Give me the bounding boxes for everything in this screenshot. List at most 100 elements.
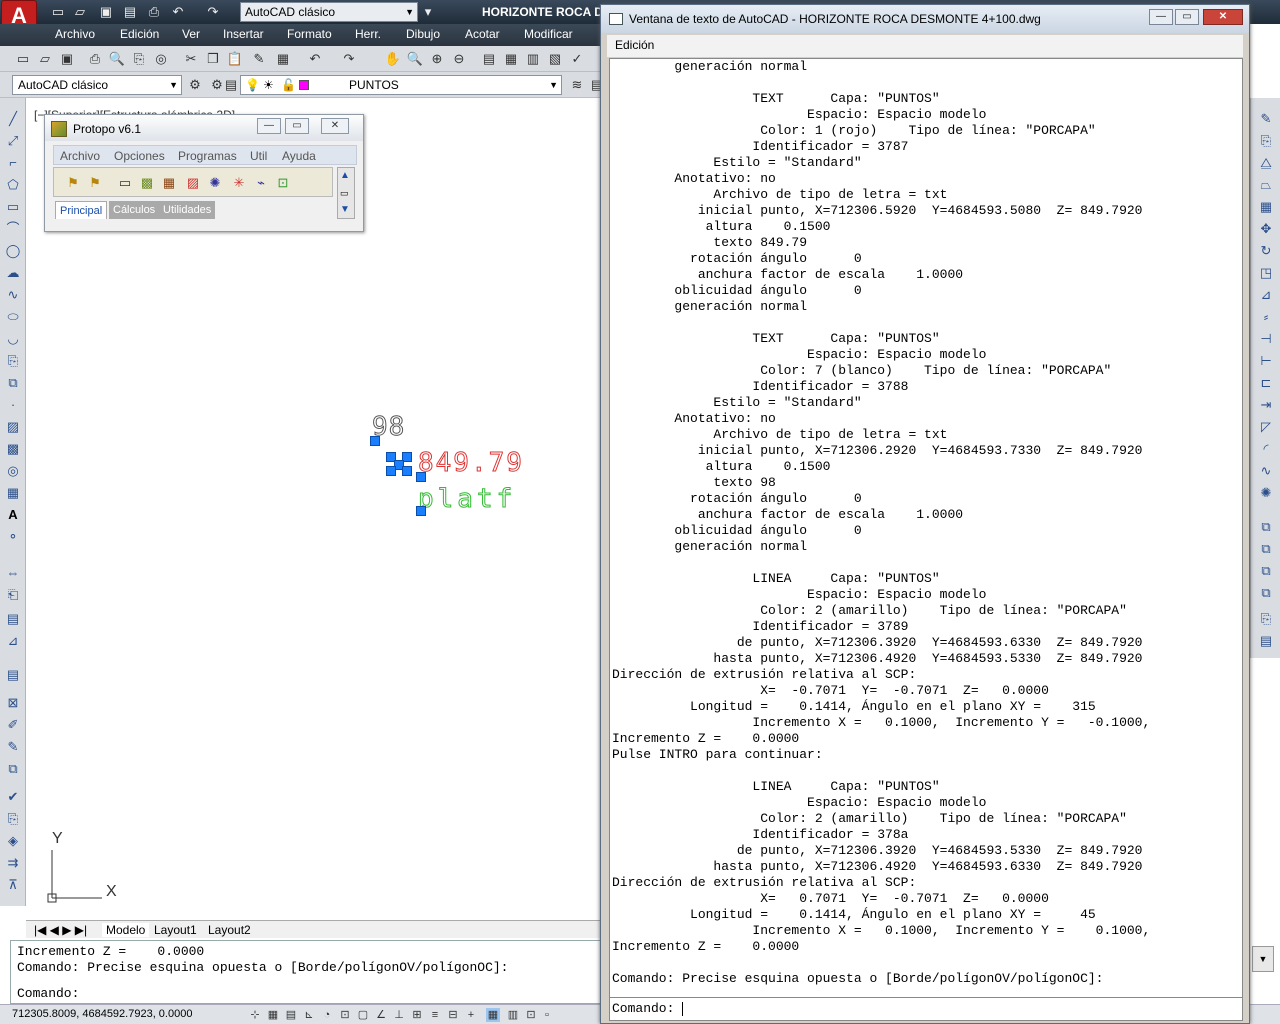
matchprop-icon[interactable]: ⊠ [4, 694, 22, 712]
ellipse-icon[interactable]: ⬭ [4, 308, 22, 326]
group-icon[interactable]: ⧉ [4, 760, 22, 778]
spline-icon[interactable]: ∿ [4, 286, 22, 304]
array-icon[interactable]: ▦ [1257, 198, 1275, 216]
check-icon[interactable]: ✔ [4, 788, 22, 806]
erase-icon[interactable]: ✎ [1257, 110, 1275, 128]
blend-icon[interactable]: ∿ [1257, 462, 1275, 480]
layer-dropdown[interactable]: 💡 ☀ 🔓 PUNTOS ▼ [240, 75, 562, 95]
text-window-title-bar[interactable]: Ventana de texto de AutoCAD - HORIZONTE … [601, 5, 1249, 33]
protopo-scrollbar[interactable]: ▲ ▭ ▼ [337, 167, 355, 219]
canvas-text-platf[interactable]: platf [417, 484, 516, 515]
revision-cloud-icon[interactable]: ☁ [4, 264, 22, 282]
surface-icon[interactable]: ▩ [138, 174, 156, 192]
tab-layout1[interactable]: Layout1 [154, 923, 197, 937]
open-file-icon[interactable]: ▱ [72, 4, 88, 20]
arc-icon[interactable]: ⌒ [4, 220, 22, 238]
maximize-button[interactable]: ▭ [1175, 9, 1199, 25]
grip-handle[interactable] [402, 466, 412, 476]
print-icon[interactable]: ⎙ [146, 4, 162, 20]
menu-insertar[interactable]: Insertar [223, 27, 264, 41]
make-block-icon[interactable]: ⧉ [4, 374, 22, 392]
ducs-icon[interactable]: ⊥ [392, 1008, 406, 1022]
zoom-realtime-icon[interactable]: 🔍 [406, 50, 424, 68]
extend-icon[interactable]: ⊣ [1257, 330, 1275, 348]
dyn-icon[interactable]: ⊞ [410, 1008, 424, 1022]
scroll-down-icon[interactable]: ▼ [340, 204, 350, 215]
minimize-button[interactable]: — [1149, 9, 1173, 25]
command-prompt[interactable]: Comando: [17, 986, 79, 1001]
fillet-icon[interactable]: ◜ [1257, 440, 1275, 458]
gradient-icon[interactable]: ▩ [4, 440, 22, 458]
close-button[interactable]: ✕ [1203, 9, 1243, 25]
protopo-menu-archivo[interactable]: Archivo [60, 149, 100, 163]
layer-tool-icon[interactable]: ⎘ [4, 810, 22, 828]
chamfer-icon[interactable]: ◸ [1257, 418, 1275, 436]
annotation-monitor-icon[interactable]: ▥ [506, 1008, 520, 1022]
cut-icon[interactable]: ✂ [182, 50, 200, 68]
otrack-icon[interactable]: ∠ [374, 1008, 388, 1022]
command-line[interactable]: Incremento Z = 0.0000 Comando: Precise e… [10, 940, 604, 1004]
osnap-icon[interactable]: ⊡ [338, 1008, 352, 1022]
save-icon[interactable]: ▣ [58, 50, 76, 68]
menu-dibujo[interactable]: Dibujo [406, 27, 440, 41]
rectangle-icon[interactable]: ▭ [4, 198, 22, 216]
menu-modificar[interactable]: Modificar [524, 27, 573, 41]
table-icon[interactable]: ▦ [4, 484, 22, 502]
pan-icon[interactable]: ✋ [384, 50, 402, 68]
3dosnap-icon[interactable]: ▢ [356, 1008, 370, 1022]
save-as-icon[interactable]: ▤ [122, 4, 138, 20]
move-icon[interactable]: ✥ [1257, 220, 1275, 238]
infer-icon[interactable]: ⊹ [248, 1008, 262, 1022]
region-icon[interactable]: ◎ [4, 462, 22, 480]
mirror-icon[interactable]: ⧋ [1257, 154, 1275, 172]
hatch-icon[interactable]: ▨ [4, 418, 22, 436]
print-icon[interactable]: ⎙ [86, 50, 104, 68]
xyz-icon[interactable]: ▭ [116, 174, 134, 192]
target-icon[interactable]: ✳ [230, 174, 248, 192]
canvas-text-elevation[interactable]: 849.79 [418, 448, 524, 479]
grip-handle[interactable] [416, 506, 426, 516]
point-icon[interactable]: · [4, 396, 22, 414]
save-icon[interactable]: ▣ [98, 4, 114, 20]
new-file-icon[interactable]: ▭ [50, 4, 66, 20]
nav-arrows-icon[interactable]: |◀ ◀ ▶ ▶| [34, 923, 87, 937]
3d-dwf-icon[interactable]: ◎ [152, 50, 170, 68]
brush-icon[interactable]: ✎ [4, 738, 22, 756]
undo-icon[interactable]: ↶ [306, 50, 324, 68]
zoom-previous-icon[interactable]: ⊖ [450, 50, 468, 68]
scroll-up-icon[interactable]: ▲ [340, 170, 350, 181]
status-menu-icon[interactable]: ▫ [540, 1008, 554, 1022]
grip-handle[interactable] [370, 436, 380, 446]
profile-icon[interactable]: ⌁ [252, 174, 270, 192]
menu-archivo[interactable]: Archivo [55, 27, 95, 41]
lineweight-icon[interactable]: ≡ [428, 1008, 442, 1022]
tab-modelo[interactable]: Modelo [102, 923, 150, 937]
coordinates-display[interactable]: 712305.8009, 4684592.7923, 0.0000 [12, 1008, 192, 1020]
contour-icon[interactable]: ✺ [206, 174, 224, 192]
undo-icon[interactable]: ↶ [170, 4, 186, 20]
tab-utilidades[interactable]: Utilidades [159, 201, 216, 219]
add-selected-icon[interactable]: ⚬ [4, 528, 22, 546]
join-icon[interactable]: ⇥ [1257, 396, 1275, 414]
ellipse-arc-icon[interactable]: ◡ [4, 330, 22, 348]
protopo-title-bar[interactable]: Protopo v6.1 — ▭ ✕ [45, 115, 363, 141]
zoom-window-icon[interactable]: ⊕ [428, 50, 446, 68]
offset-icon[interactable]: ⏢ [1257, 176, 1275, 194]
tab-calculos[interactable]: Cálculos [109, 201, 160, 219]
quick-props-icon[interactable]: + [464, 1008, 478, 1022]
grip-handle[interactable] [386, 466, 396, 476]
walk-icon[interactable]: ⇉ [4, 854, 22, 872]
grid-icon[interactable]: ▤ [284, 1008, 298, 1022]
tool-icon[interactable]: ⚑ [86, 174, 104, 192]
redo-icon[interactable]: ↷ [340, 50, 358, 68]
tool-palettes-icon[interactable]: ▥ [524, 50, 542, 68]
circle-icon[interactable]: ◯ [4, 242, 22, 260]
design-center-icon[interactable]: ▦ [502, 50, 520, 68]
markup-icon[interactable]: ✓ [568, 50, 586, 68]
scale-icon[interactable]: ◳ [1257, 264, 1275, 282]
tool-icon[interactable]: ⎘ [1257, 610, 1275, 628]
menu-edicion[interactable]: Edición [615, 38, 654, 52]
menu-herr[interactable]: Herr. [355, 27, 381, 41]
chevron-down-icon[interactable]: ▾ [420, 4, 436, 20]
copy-icon[interactable]: ⎘ [1257, 132, 1275, 150]
